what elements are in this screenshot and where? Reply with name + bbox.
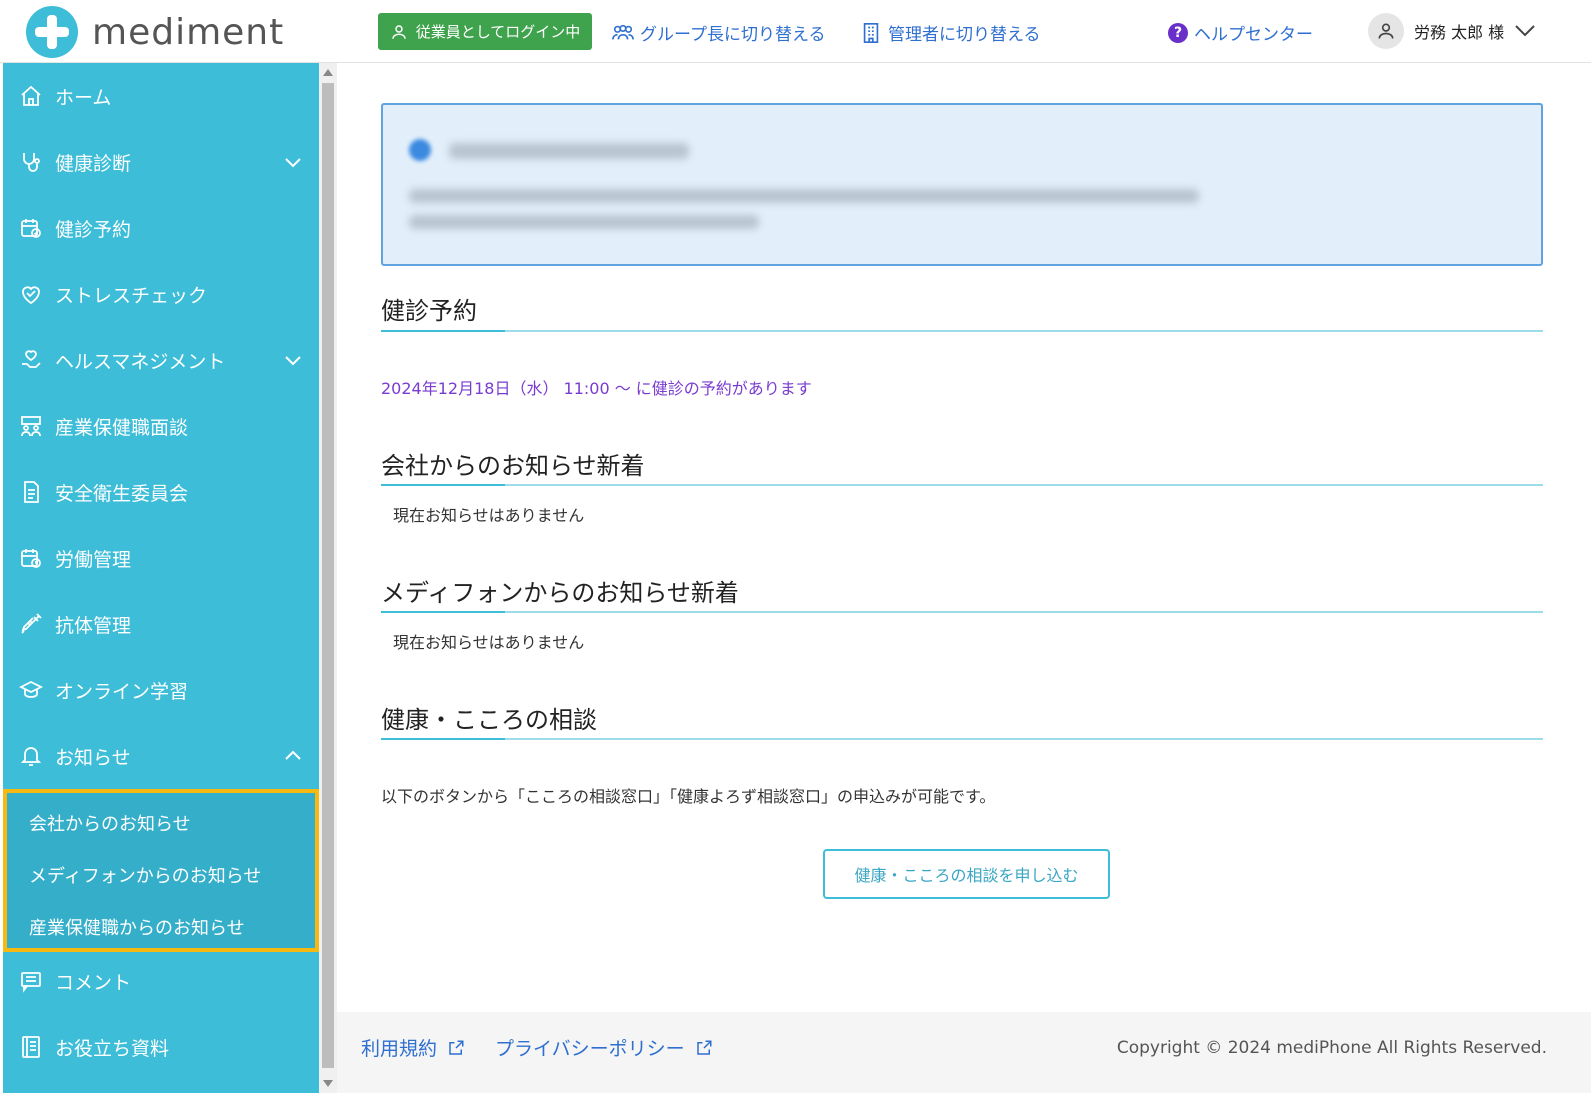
sidebar-item-antibody-management[interactable]: 抗体管理 — [3, 591, 319, 657]
book-icon — [19, 1035, 43, 1059]
logo-plus-icon — [26, 6, 78, 58]
terms-label: 利用規約 — [361, 1038, 438, 1060]
company-news-empty: 現在お知らせはありません — [393, 506, 585, 525]
sidebar-item-label: オンライン学習 — [55, 680, 189, 703]
sidebar-item-label: ホーム — [55, 86, 112, 109]
sidebar-item-label: お知らせ — [55, 746, 131, 769]
privacy-link[interactable]: プライバシーポリシー — [495, 1034, 713, 1061]
sidebar-item-label: 産業保健職面談 — [55, 416, 189, 439]
sidebar-item-notifications[interactable]: お知らせ — [3, 723, 319, 789]
home-icon — [19, 84, 43, 108]
apply-consultation-button[interactable]: 健康・こころの相談を申し込む — [823, 849, 1110, 899]
syringe-icon — [19, 612, 43, 636]
building-icon — [863, 22, 879, 43]
sidebar-item-label: お役立ち資料 — [55, 1037, 170, 1060]
consult-section-title: 健康・こころの相談 — [381, 706, 597, 734]
sidebar: ホーム 健康診断 健診予約 ストレスチェック ヘルスマネジメント 産業保健職面談… — [3, 63, 319, 1093]
sidebar-item-occupational-health-interview[interactable]: 産業保健職面談 — [3, 393, 319, 459]
notifications-submenu: 会社からのお知らせ メディフォンからのお知らせ 産業保健職からのお知らせ — [3, 789, 319, 952]
sidebar-item-label: ストレスチェック — [55, 284, 208, 307]
sidebar-item-home[interactable]: ホーム — [3, 63, 319, 129]
sidebar-item-label: 健診予約 — [55, 218, 132, 241]
sidebar-item-online-learning[interactable]: オンライン学習 — [3, 657, 319, 723]
document-icon — [19, 480, 43, 504]
section-divider — [381, 738, 1543, 740]
employee-login-badge: 従業員としてログイン中 — [378, 13, 592, 50]
submenu-company-notices[interactable]: 会社からのお知らせ — [29, 810, 191, 836]
sidebar-scrollbar[interactable] — [319, 63, 337, 1093]
user-avatar-icon — [1368, 13, 1404, 49]
chevron-down-icon — [1515, 25, 1535, 37]
sidebar-item-label: コメント — [55, 971, 132, 994]
person-icon — [391, 24, 406, 39]
comment-icon — [19, 969, 43, 993]
employee-login-label: 従業員としてログイン中 — [415, 23, 581, 41]
logo-text: mediment — [92, 11, 285, 53]
switch-admin-label: 管理者に切り替える — [888, 25, 1041, 45]
sidebar-item-label: 抗体管理 — [55, 614, 132, 637]
calendar-clock-icon — [19, 546, 43, 570]
consult-description: 以下のボタンから「こころの相談窓口」「健康よろず相談窓口」の申込みが可能です。 — [381, 787, 996, 806]
sidebar-item-label: ヘルスマネジメント — [55, 350, 226, 373]
health-management-icon — [19, 348, 43, 372]
info-icon — [409, 139, 431, 161]
sidebar-item-label: 労働管理 — [55, 548, 132, 571]
blurred-line — [409, 189, 1199, 203]
bell-icon — [19, 744, 43, 768]
sidebar-item-health-management[interactable]: ヘルスマネジメント — [3, 327, 319, 393]
external-link-icon — [449, 1040, 464, 1055]
graduation-cap-icon — [19, 678, 43, 702]
sidebar-item-comments[interactable]: コメント — [3, 948, 319, 1014]
user-menu[interactable]: 労務 太郎 様 — [1368, 13, 1536, 49]
reservation-section-title: 健診予約 — [381, 297, 477, 325]
sidebar-item-label: 健康診断 — [55, 152, 132, 175]
terms-link[interactable]: 利用規約 — [361, 1034, 465, 1061]
sidebar-item-checkup-reservation[interactable]: 健診予約 — [3, 195, 319, 261]
switch-group-leader-label: グループ長に切り替える — [640, 25, 826, 45]
blurred-notice-box — [381, 103, 1543, 266]
footer: 利用規約 プライバシーポリシー Copyright © 2024 mediPho… — [337, 1012, 1591, 1093]
sidebar-item-label: 安全衛生委員会 — [55, 482, 189, 505]
calendar-check-icon — [19, 216, 43, 240]
blurred-line — [409, 215, 759, 229]
section-divider — [381, 611, 1543, 613]
blurred-heading — [449, 143, 689, 159]
switch-group-leader-link[interactable]: グループ長に切り替える — [612, 20, 825, 45]
stethoscope-icon — [19, 150, 43, 174]
chevron-down-icon — [285, 158, 301, 168]
reservation-info: 2024年12月18日（水） 11:00 ～ に健診の予約があります — [381, 379, 812, 398]
chevron-down-icon — [285, 356, 301, 366]
external-link-icon — [696, 1040, 712, 1055]
submenu-occupational-health-notices[interactable]: 産業保健職からのお知らせ — [29, 914, 245, 940]
privacy-label: プライバシーポリシー — [495, 1038, 685, 1060]
scroll-down-arrow-icon[interactable] — [323, 1080, 333, 1087]
question-icon: ? — [1168, 22, 1188, 43]
sidebar-item-useful-materials[interactable]: お役立ち資料 — [3, 1014, 319, 1080]
meeting-icon — [19, 414, 43, 438]
scroll-up-arrow-icon[interactable] — [323, 69, 333, 76]
main-content: 健診予約 2024年12月18日（水） 11:00 ～ に健診の予約があります … — [337, 63, 1591, 1093]
scroll-thumb[interactable] — [322, 83, 334, 1068]
sidebar-item-labor-management[interactable]: 労働管理 — [3, 525, 319, 591]
section-divider — [381, 484, 1543, 486]
help-center-label: ヘルプセンター — [1194, 25, 1313, 45]
sidebar-item-stress-check[interactable]: ストレスチェック — [3, 261, 319, 327]
sidebar-item-safety-committee[interactable]: 安全衛生委員会 — [3, 459, 319, 525]
submenu-mediphone-notices[interactable]: メディフォンからのお知らせ — [29, 862, 261, 888]
top-header: mediment 従業員としてログイン中 グループ長に切り替える 管理者に切り替… — [0, 0, 1591, 63]
mediphone-news-empty: 現在お知らせはありません — [393, 633, 585, 652]
chevron-up-icon — [285, 750, 301, 760]
logo[interactable]: mediment — [26, 6, 284, 58]
group-icon — [612, 24, 634, 39]
section-divider — [381, 330, 1543, 332]
user-name: 労務 太郎 様 — [1414, 23, 1505, 42]
switch-admin-link[interactable]: 管理者に切り替える — [860, 20, 1041, 45]
heart-icon — [19, 282, 43, 306]
help-center-link[interactable]: ? ヘルプセンター — [1168, 20, 1313, 45]
sidebar-item-health-checkup[interactable]: 健康診断 — [3, 129, 319, 195]
copyright-text: Copyright © 2024 mediPhone All Rights Re… — [1116, 1038, 1547, 1058]
mediphone-news-section-title: メディフォンからのお知らせ新着 — [381, 579, 739, 607]
company-news-section-title: 会社からのお知らせ新着 — [381, 452, 645, 480]
